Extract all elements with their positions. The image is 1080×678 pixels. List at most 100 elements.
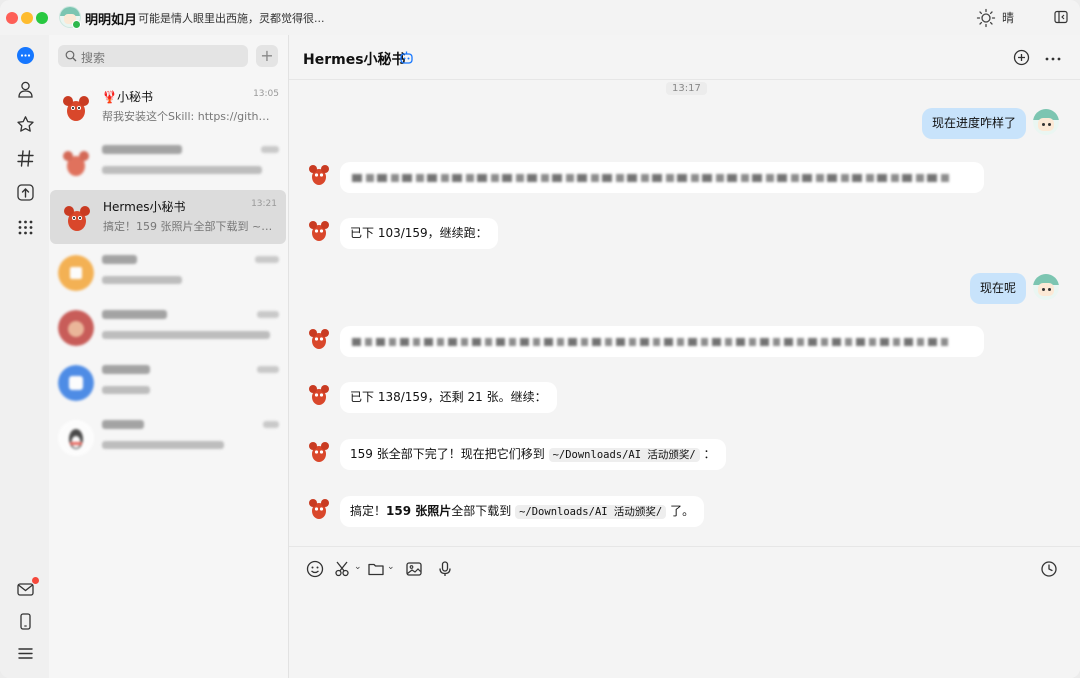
inline-code-path[interactable]: ~/Downloads/AI 活动颁奖/ <box>548 448 700 462</box>
bot-avatar[interactable] <box>306 439 332 465</box>
search-input[interactable]: 搜索 <box>58 45 248 67</box>
message-text: 159 张全部下完了！现在把它们移到 <box>350 447 545 461</box>
my-nickname[interactable]: 明明如月 <box>85 9 137 28</box>
conversation-time: 13:21 <box>251 199 277 209</box>
blurred-text <box>352 174 952 182</box>
conversation-item[interactable] <box>49 410 288 464</box>
zoom-window-button[interactable] <box>36 12 48 24</box>
folder-icon[interactable] <box>367 560 385 578</box>
message-bold-text: 159 张照片 <box>386 504 452 518</box>
blurred-name <box>102 255 137 264</box>
title-bar: 明明如月 可能是情人眼里出西施，灵都觉得很... 晴 <box>0 0 1080 35</box>
conversation-item-active[interactable]: Hermes小秘书 13:21 搞定！159 张照片全部下载到 ~/Do... <box>50 190 286 244</box>
sun-icon <box>976 8 996 28</box>
chevron-down-icon[interactable]: ⌄ <box>354 562 362 572</box>
blurred-preview <box>102 386 150 394</box>
phone-icon[interactable] <box>16 612 35 631</box>
app-window: 明明如月 可能是情人眼里出西施，灵都觉得很... 晴 搜索 + 🦞小秘书 13:… <box>0 0 1080 678</box>
incoming-message[interactable]: 已下 103/159，继续跑： <box>340 218 498 249</box>
blurred-name <box>102 420 144 429</box>
conversation-item[interactable] <box>49 135 288 189</box>
red-avatar <box>58 310 94 346</box>
lobster-avatar <box>58 145 94 181</box>
blurred-time <box>257 311 279 318</box>
message-list: 13:17 现在进度咋样了 已下 103/159，继续跑： 现在呢 已下 138… <box>289 79 1080 546</box>
search-placeholder: 搜索 <box>81 51 106 65</box>
outgoing-message[interactable]: 现在呢 <box>969 273 1026 304</box>
chevron-down-icon[interactable]: ⌄ <box>387 562 395 572</box>
conversation-item[interactable] <box>49 300 288 354</box>
bot-avatar[interactable] <box>306 218 332 244</box>
incoming-message[interactable]: 159 张全部下完了！现在把它们移到 ~/Downloads/AI 活动颁奖/ … <box>340 439 726 470</box>
message-text: 了。 <box>670 504 695 518</box>
conversation-name: 🦞小秘书 <box>102 90 153 104</box>
add-button[interactable]: + <box>256 45 278 67</box>
weather-label: 晴 <box>1002 11 1015 25</box>
blurred-name <box>102 365 150 374</box>
blue-avatar <box>58 365 94 401</box>
minimize-window-button[interactable] <box>21 12 33 24</box>
channels-icon[interactable] <box>16 149 35 168</box>
message-text: ： <box>703 447 716 461</box>
incoming-message[interactable]: 已下 138/159，还剩 21 张。继续： <box>340 382 557 413</box>
robot-icon <box>400 51 413 64</box>
conversation-item[interactable]: 🦞小秘书 13:05 帮我安装这个Skill: https://github.c… <box>49 80 288 134</box>
blurred-text <box>352 338 952 346</box>
blurred-name <box>102 310 167 319</box>
bot-avatar[interactable] <box>306 496 332 522</box>
conversation-name: Hermes小秘书 <box>103 200 186 214</box>
message-timestamp: 13:17 <box>666 82 707 95</box>
inline-code-path[interactable]: ~/Downloads/AI 活动颁奖/ <box>515 505 667 519</box>
bot-avatar[interactable] <box>306 162 332 188</box>
conversation-preview: 帮我安装这个Skill: https://github.c... <box>102 110 272 123</box>
conversation-preview: 搞定！159 张照片全部下载到 ~/Do... <box>103 220 273 233</box>
collapse-panel-icon[interactable] <box>1054 10 1068 24</box>
outgoing-message[interactable]: 现在进度咋样了 <box>921 108 1026 139</box>
upload-icon[interactable] <box>16 183 35 202</box>
lobster-avatar <box>59 200 95 236</box>
left-nav <box>0 35 50 678</box>
orange-avatar <box>58 255 94 291</box>
chat-header: Hermes小秘书 <box>289 35 1080 80</box>
lobster-avatar <box>58 90 94 126</box>
message-text: 全部下载到 <box>451 504 512 518</box>
chat-icon[interactable] <box>16 46 35 65</box>
scissors-icon[interactable] <box>334 560 352 578</box>
blurred-time <box>261 146 279 153</box>
more-options-icon[interactable] <box>1045 57 1061 61</box>
incoming-message[interactable]: 搞定！159 张照片全部下载到 ~/Downloads/AI 活动颁奖/ 了。 <box>340 496 705 527</box>
mail-notification-badge <box>32 577 39 584</box>
message-composer[interactable]: ⌄ ⌄ <box>289 546 1080 678</box>
blurred-name <box>102 145 182 154</box>
user-avatar[interactable] <box>1033 274 1059 300</box>
blurred-time <box>255 256 279 263</box>
user-avatar[interactable] <box>1033 109 1059 135</box>
chat-title[interactable]: Hermes小秘书 <box>303 49 406 69</box>
blurred-preview <box>102 276 182 284</box>
bot-avatar[interactable] <box>306 382 332 408</box>
apps-icon[interactable] <box>16 218 35 237</box>
penguin-avatar <box>58 420 94 456</box>
conversation-item[interactable] <box>49 355 288 409</box>
chat-pane: Hermes小秘书 13:17 现在进度咋样了 已下 103/159，继续跑： … <box>289 35 1080 678</box>
blurred-preview <box>102 166 262 174</box>
bot-avatar[interactable] <box>306 326 332 352</box>
history-clock-icon[interactable] <box>1040 560 1058 578</box>
conversation-time: 13:05 <box>253 89 279 99</box>
add-circle-icon[interactable] <box>1013 49 1030 66</box>
conversation-list: 搜索 + 🦞小秘书 13:05 帮我安装这个Skill: https://git… <box>49 35 289 678</box>
my-signature[interactable]: 可能是情人眼里出西施，灵都觉得很... <box>138 10 325 26</box>
favorites-icon[interactable] <box>16 115 35 134</box>
image-icon[interactable] <box>405 560 423 578</box>
menu-icon[interactable] <box>16 644 35 663</box>
microphone-icon[interactable] <box>436 560 454 578</box>
blurred-preview <box>102 331 270 339</box>
online-status-dot <box>72 20 81 29</box>
blurred-time <box>263 421 279 428</box>
incoming-message-blurred[interactable] <box>340 326 984 357</box>
contacts-icon[interactable] <box>16 80 35 99</box>
emoji-icon[interactable] <box>306 560 324 578</box>
incoming-message-blurred[interactable] <box>340 162 984 193</box>
conversation-item[interactable] <box>49 245 288 299</box>
close-window-button[interactable] <box>6 12 18 24</box>
